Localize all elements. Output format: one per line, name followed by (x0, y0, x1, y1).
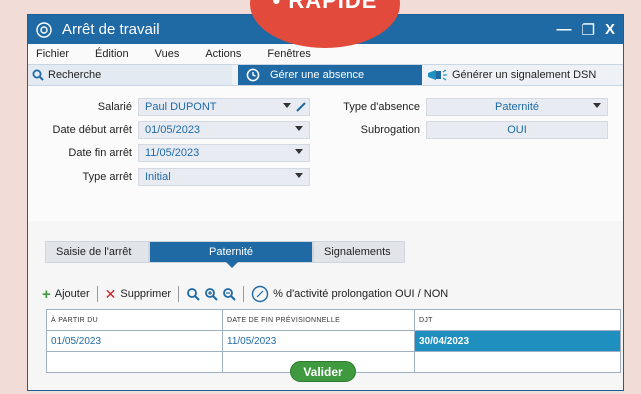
column-header: DJT (414, 309, 621, 331)
table-cell[interactable]: 11/05/2023 (222, 330, 415, 352)
window-title: Arrêt de travail (62, 21, 160, 38)
minimize-icon[interactable]: — (557, 21, 572, 38)
shield-icon (36, 21, 52, 38)
badge-text: • RAPIDE (272, 0, 378, 13)
column-header: DATE DE FIN PRÉVISIONNELLE (222, 309, 415, 331)
megaphone-icon (428, 69, 447, 81)
chevron-down-icon (593, 103, 601, 108)
type-arret-value: Initial (145, 171, 171, 183)
tab-paternite-label: Paternité (208, 246, 254, 258)
subrogation-field[interactable]: OUI (426, 121, 608, 139)
table-row[interactable]: 01/05/2023 11/05/2023 30/04/2023 (46, 330, 621, 352)
column-header: À PARTIR DU (46, 309, 223, 331)
type-absence-label: Type d'absence (343, 101, 420, 113)
table-header-row: À PARTIR DU DATE DE FIN PRÉVISIONNELLE D… (46, 309, 621, 331)
toolbar: Recherche Gérer une absence Générer un s… (28, 64, 623, 86)
menu-vues[interactable]: Vues (155, 48, 180, 60)
absence-form: Salarié Paul DUPONT Date début arrêt 01/… (28, 86, 623, 221)
salarie-select[interactable]: Paul DUPONT (138, 98, 310, 116)
menu-fenetres[interactable]: Fenêtres (267, 48, 310, 60)
tab-saisie[interactable]: Saisie de l'arrêt (45, 241, 149, 263)
date-debut-value: 01/05/2023 (145, 124, 201, 136)
chevron-down-icon (295, 173, 303, 178)
table-cell[interactable]: 01/05/2023 (46, 330, 223, 352)
search-label: Recherche (48, 69, 102, 81)
menu-fichier[interactable]: Fichier (36, 48, 69, 60)
grid-actions: + Ajouter ✕ Supprimer % d'activité prolo… (42, 285, 448, 303)
search-button[interactable]: Recherche (28, 65, 232, 85)
salarie-label: Salarié (97, 101, 132, 113)
type-arret-label: Type arrêt (82, 171, 132, 183)
delete-icon: ✕ (104, 285, 117, 302)
subrogation-value: OUI (507, 124, 527, 136)
tab-signalements[interactable]: Signalements (313, 241, 405, 263)
app-window: Arrêt de travail — ❐ X Fichier Édition V… (27, 14, 624, 391)
type-absence-select[interactable]: Paternité (426, 98, 608, 116)
delete-button[interactable]: Supprimer (120, 288, 171, 300)
date-fin-value: 11/05/2023 (145, 147, 200, 159)
zoom-in-icon[interactable] (204, 287, 218, 301)
zoom-out-icon[interactable] (222, 287, 236, 301)
add-button[interactable]: Ajouter (55, 288, 90, 300)
subrogation-label: Subrogation (360, 124, 420, 136)
tab-signalements-label: Signalements (324, 246, 391, 258)
type-arret-select[interactable]: Initial (138, 168, 310, 186)
restore-icon[interactable]: ❐ (582, 21, 595, 39)
date-fin-field[interactable]: 11/05/2023 (138, 144, 310, 162)
pencil-icon[interactable] (295, 101, 307, 113)
chevron-down-icon (295, 149, 303, 154)
percent-icon[interactable] (251, 285, 269, 303)
salarie-value: Paul DUPONT (145, 101, 217, 113)
clock-icon (246, 68, 260, 82)
date-debut-label: Date début arrêt (52, 124, 133, 136)
date-debut-field[interactable]: 01/05/2023 (138, 121, 310, 139)
table-cell[interactable] (46, 351, 223, 373)
close-icon[interactable]: X (605, 21, 615, 38)
validate-button[interactable]: Valider (290, 361, 356, 382)
chevron-down-icon (295, 126, 303, 131)
date-fin-label: Date fin arrêt (68, 147, 132, 159)
table-cell[interactable] (414, 351, 621, 373)
tab-saisie-label: Saisie de l'arrêt (56, 246, 132, 258)
menu-edition[interactable]: Édition (95, 48, 129, 60)
chevron-down-icon (283, 103, 291, 108)
type-absence-value: Paternité (494, 101, 540, 113)
tab-paternite[interactable]: Paternité (149, 241, 313, 268)
search-icon[interactable] (186, 287, 200, 301)
generate-dsn-button[interactable]: Générer un signalement DSN (422, 65, 623, 85)
search-icon (32, 69, 44, 81)
manage-absence-button[interactable]: Gérer une absence (238, 65, 422, 85)
manage-absence-label: Gérer une absence (270, 69, 365, 81)
plus-icon: + (42, 285, 51, 303)
menu-actions[interactable]: Actions (205, 48, 241, 60)
table-cell[interactable]: 30/04/2023 (414, 330, 621, 352)
prolongation-label: % d'activité prolongation OUI / NON (273, 288, 449, 300)
tab-bar: Saisie de l'arrêt Paternité Signalements (45, 241, 405, 268)
generate-dsn-label: Générer un signalement DSN (452, 69, 597, 81)
